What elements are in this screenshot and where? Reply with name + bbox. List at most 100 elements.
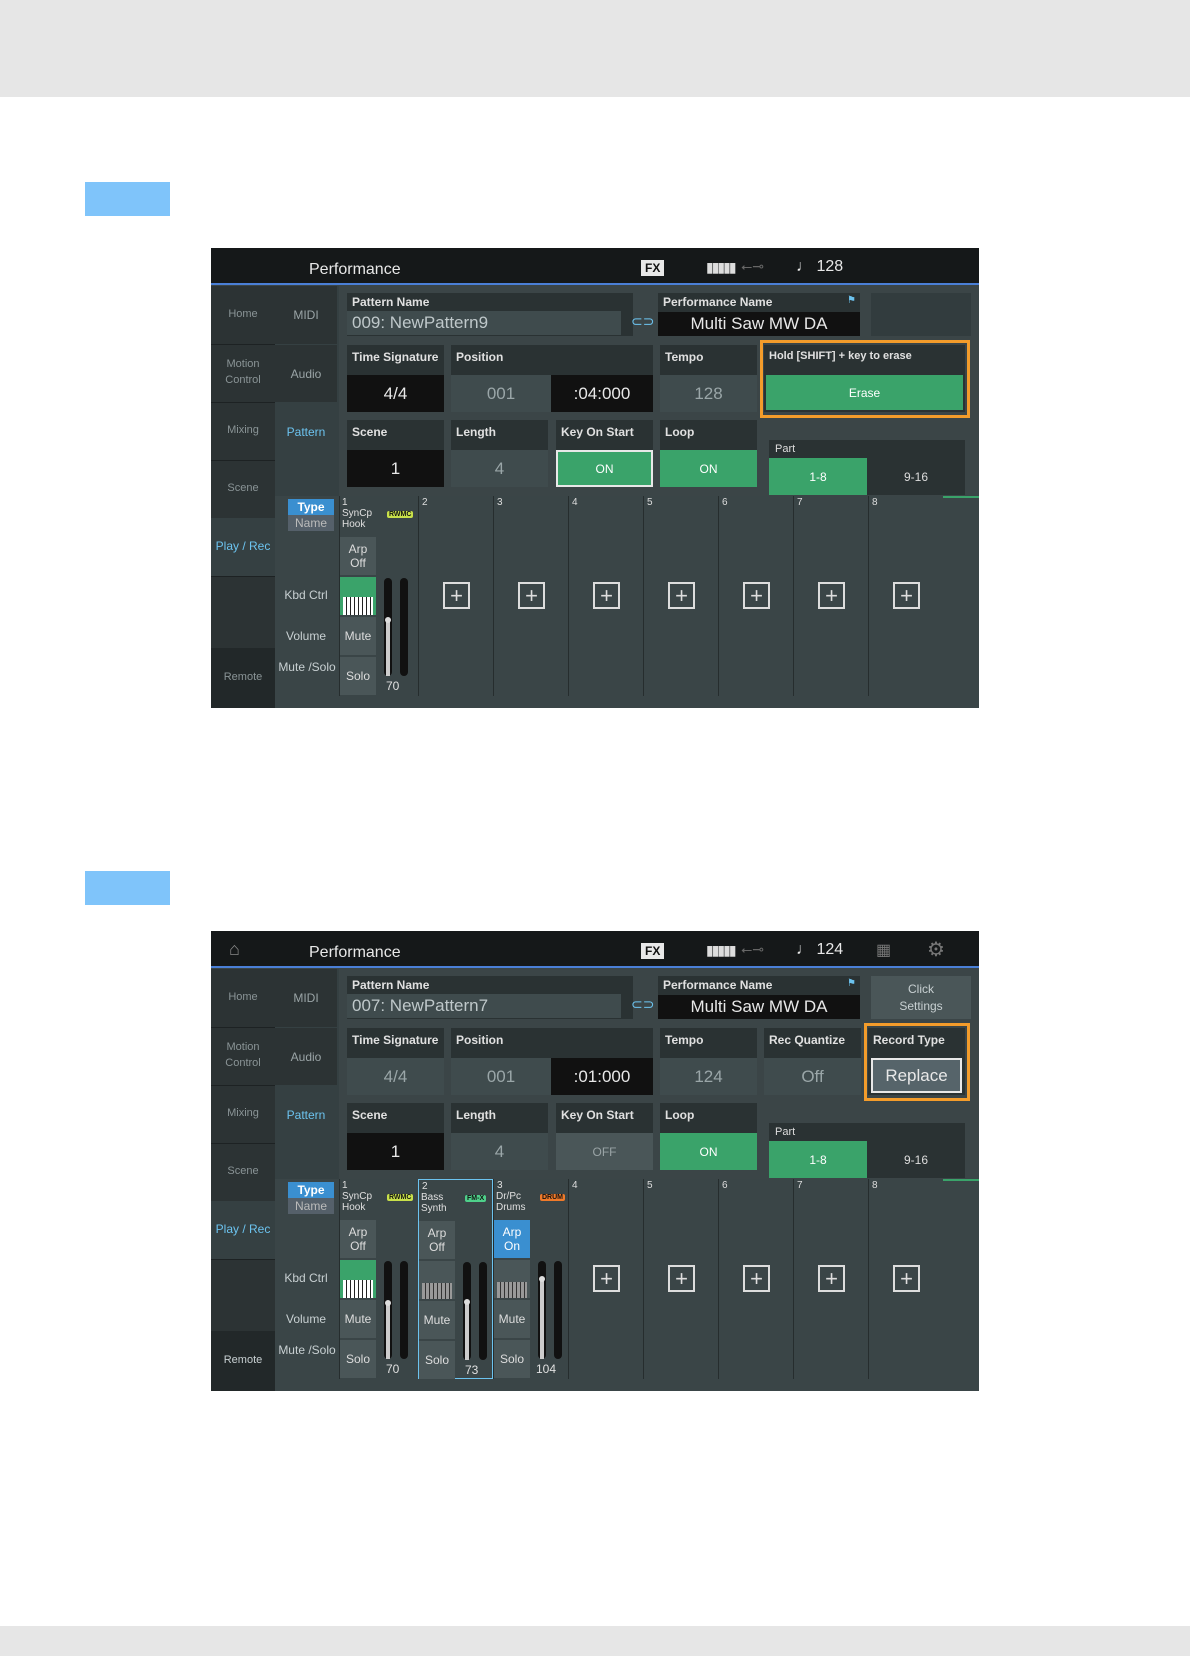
key-on-start-box[interactable]: Key On Start OFF <box>556 1103 653 1170</box>
part-3-strip[interactable]: 3 + <box>493 496 568 696</box>
position-time[interactable]: :04:000 <box>551 375 653 412</box>
part-2-strip[interactable]: 2 Bass Synth FM-X Arp Off Mute Solo 73 <box>418 1179 493 1379</box>
name-tab[interactable]: Name <box>288 1198 334 1214</box>
tempo-box[interactable]: Tempo 124 <box>660 1028 757 1095</box>
loop-box[interactable]: Loop ON <box>660 1103 757 1170</box>
part-1-mute[interactable]: Mute <box>340 1300 376 1338</box>
nav-home[interactable]: Home <box>211 969 275 1027</box>
part-1-strip[interactable]: 1 SynCp Hook RWMC Arp Off Mute Solo 70 <box>339 1179 418 1379</box>
nav-remote[interactable]: Remote <box>211 1331 275 1391</box>
add-part-button[interactable]: + <box>893 1265 920 1292</box>
type-tab[interactable]: Type <box>288 499 334 515</box>
add-part-button[interactable]: + <box>893 582 920 609</box>
nav-home[interactable]: Home <box>211 286 275 344</box>
nav-motion-control[interactable]: Motion Control <box>211 344 275 402</box>
scene-box[interactable]: Scene 1 <box>347 420 444 487</box>
part-3-strip[interactable]: 3 Dr/Pc Drums DRUM Arp On Mute Solo 104 <box>493 1179 568 1379</box>
part-3-kbd-ctrl[interactable] <box>494 1260 530 1298</box>
part-5-strip[interactable]: 5 + <box>643 1179 718 1379</box>
part-3-mute[interactable]: Mute <box>494 1300 530 1338</box>
home-icon[interactable]: ⌂ <box>229 939 240 960</box>
part-8-strip[interactable]: 8 + <box>868 496 943 696</box>
key-on-start-box[interactable]: Key On Start ON <box>556 420 653 487</box>
part-6-strip[interactable]: 6 + <box>718 496 793 696</box>
part-2-arp[interactable]: Arp Off <box>419 1221 455 1259</box>
part-5-strip[interactable]: 5 + <box>643 496 718 696</box>
rec-quantize-box[interactable]: Rec Quantize Off <box>764 1028 861 1095</box>
add-part-button[interactable]: + <box>818 1265 845 1292</box>
time-signature-box[interactable]: Time Signature 4/4 <box>347 345 444 412</box>
part-1-arp[interactable]: Arp Off <box>340 537 376 575</box>
fx-button[interactable]: FX <box>641 943 665 959</box>
nav-play-rec[interactable]: Play / Rec <box>211 1201 275 1259</box>
subnav-pattern[interactable]: Pattern <box>275 1086 337 1143</box>
add-part-button[interactable]: + <box>518 582 545 609</box>
nav-motion-control[interactable]: Motion Control <box>211 1027 275 1085</box>
nav-mixing[interactable]: Mixing <box>211 402 275 460</box>
performance-name-box[interactable]: Performance Name ⚑ Multi Saw MW DA <box>658 293 860 336</box>
loop-toggle[interactable]: ON <box>660 450 757 487</box>
volume-knob[interactable] <box>464 1299 470 1305</box>
key-on-start-toggle[interactable]: OFF <box>556 1133 653 1170</box>
part-1-arp[interactable]: Arp Off <box>340 1220 376 1258</box>
part-3-solo[interactable]: Solo <box>494 1340 530 1378</box>
part-6-strip[interactable]: 6 + <box>718 1179 793 1379</box>
key-on-start-toggle[interactable]: ON <box>556 450 653 487</box>
position-measure[interactable]: 001 <box>451 1058 551 1095</box>
volume-knob[interactable] <box>385 617 391 623</box>
part-1-8-tab[interactable]: 1-8 <box>769 458 867 495</box>
time-signature-box[interactable]: Time Signature 4/4 <box>347 1028 444 1095</box>
length-box[interactable]: Length 4 <box>451 1103 548 1170</box>
add-part-button[interactable]: + <box>668 582 695 609</box>
add-part-button[interactable]: + <box>668 1265 695 1292</box>
part-8-strip[interactable]: 8 + <box>868 1179 943 1379</box>
part-2-strip[interactable]: 2 + <box>418 496 493 696</box>
link-icon[interactable]: ⊂⊃ <box>631 313 654 330</box>
pattern-name-box[interactable]: Pattern Name 009: NewPattern9 <box>347 293 633 336</box>
position-measure[interactable]: 001 <box>451 375 551 412</box>
add-part-button[interactable]: + <box>593 582 620 609</box>
name-tab[interactable]: Name <box>288 515 334 531</box>
subnav-midi[interactable]: MIDI <box>275 969 337 1027</box>
part-7-strip[interactable]: 7 + <box>793 496 868 696</box>
loop-toggle[interactable]: ON <box>660 1133 757 1170</box>
part-1-solo[interactable]: Solo <box>340 1340 376 1378</box>
type-tab[interactable]: Type <box>288 1182 334 1198</box>
part-1-kbd-ctrl[interactable] <box>340 1260 376 1298</box>
part-9-16-tab[interactable]: 9-16 <box>867 1141 965 1178</box>
add-part-button[interactable]: + <box>743 582 770 609</box>
scene-box[interactable]: Scene 1 <box>347 1103 444 1170</box>
subnav-midi[interactable]: MIDI <box>275 286 337 344</box>
pattern-name-box[interactable]: Pattern Name 007: NewPattern7 <box>347 976 633 1019</box>
part-1-strip[interactable]: 1 SynCp Hook RWMC Arp Off Mute Solo 70 <box>339 496 418 696</box>
volume-knob[interactable] <box>539 1276 545 1282</box>
part-1-solo[interactable]: Solo <box>340 657 376 695</box>
nav-scene[interactable]: Scene <box>211 460 275 518</box>
subnav-audio[interactable]: Audio <box>275 1028 337 1085</box>
subnav-pattern[interactable]: Pattern <box>275 403 337 460</box>
volume-knob[interactable] <box>385 1300 391 1306</box>
part-2-solo[interactable]: Solo <box>419 1341 455 1379</box>
click-settings-button[interactable]: Click Settings <box>871 976 971 1019</box>
part-1-8-tab[interactable]: 1-8 <box>769 1141 867 1178</box>
link-icon[interactable]: ⊂⊃ <box>631 996 654 1013</box>
nav-remote[interactable]: Remote <box>211 648 275 708</box>
length-box[interactable]: Length 4 <box>451 420 548 487</box>
add-part-button[interactable]: + <box>593 1265 620 1292</box>
tempo-box[interactable]: Tempo 128 <box>660 345 757 412</box>
position-box[interactable]: Position 001 :04:000 <box>451 345 653 412</box>
subnav-audio[interactable]: Audio <box>275 345 337 402</box>
position-box[interactable]: Position 001 :01:000 <box>451 1028 653 1095</box>
part-1-mute[interactable]: Mute <box>340 617 376 655</box>
part-2-kbd-ctrl[interactable] <box>419 1261 455 1299</box>
part-2-mute[interactable]: Mute <box>419 1301 455 1339</box>
part-4-strip[interactable]: 4 + <box>568 496 643 696</box>
tempo-display[interactable]: ♩ 128 <box>796 258 843 276</box>
part-7-strip[interactable]: 7 + <box>793 1179 868 1379</box>
loop-box[interactable]: Loop ON <box>660 420 757 487</box>
fx-button[interactable]: FX <box>641 260 665 276</box>
gear-icon[interactable]: ⚙ <box>927 937 945 962</box>
part-4-strip[interactable]: 4 + <box>568 1179 643 1379</box>
add-part-button[interactable]: + <box>818 582 845 609</box>
part-9-16-tab[interactable]: 9-16 <box>867 458 965 495</box>
